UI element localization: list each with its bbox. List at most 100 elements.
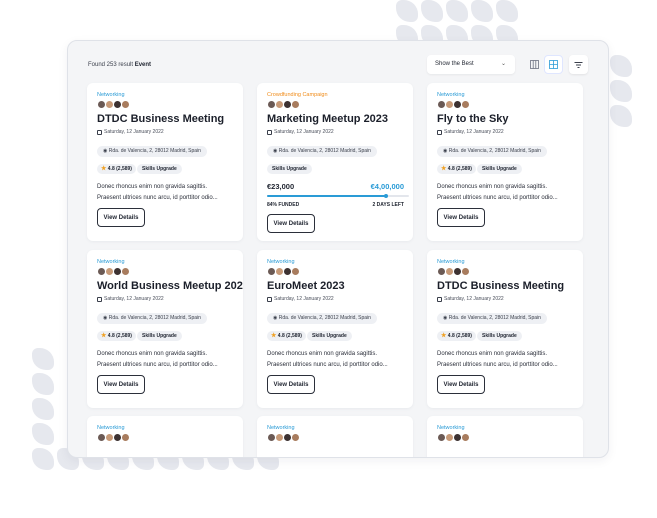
event-date: Saturday, 12 January 2022 bbox=[97, 296, 164, 302]
attendee-avatars bbox=[267, 267, 300, 276]
days-left: 2 DAYS LEFT bbox=[372, 202, 405, 208]
location-chip: ◉ Rda. de Valencia, 2, 28012 Madrid, Spa… bbox=[437, 313, 547, 324]
rating-chip: ★ 4.8 (2,589) bbox=[437, 164, 476, 174]
avatar bbox=[461, 433, 470, 442]
grid-view-button[interactable] bbox=[544, 55, 563, 74]
location-pin-icon: ◉ bbox=[443, 315, 448, 321]
location-pin-icon: ◉ bbox=[273, 315, 278, 321]
location-pin-icon: ◉ bbox=[103, 315, 108, 321]
calendar-icon bbox=[97, 296, 102, 302]
funding-progress-fill bbox=[267, 195, 387, 197]
event-category: Networking bbox=[437, 259, 465, 265]
event-card: Networking bbox=[87, 416, 243, 457]
event-card: Networking DTDC Business Meeting Saturda… bbox=[427, 250, 583, 408]
avatar bbox=[291, 267, 300, 276]
list-view-icon bbox=[530, 60, 539, 69]
view-details-button[interactable]: View Details bbox=[97, 208, 145, 227]
skills-tag: Skills Upgrade bbox=[267, 164, 312, 174]
event-card: Networking bbox=[427, 416, 583, 457]
event-title[interactable]: EuroMeet 2023 bbox=[267, 280, 345, 292]
star-icon: ★ bbox=[101, 166, 107, 172]
event-category: Networking bbox=[97, 425, 125, 431]
location-chip: ◉ Rda. de Valencia, 2, 28012 Madrid, Spa… bbox=[267, 313, 377, 324]
event-date: Saturday, 12 January 2022 bbox=[97, 129, 164, 135]
skills-tag: Skills Upgrade bbox=[307, 331, 352, 341]
filter-button[interactable] bbox=[569, 55, 588, 74]
attendee-avatars bbox=[267, 100, 300, 109]
location-chip: ◉ Rda. de Valencia, 2, 28012 Madrid, Spa… bbox=[97, 313, 207, 324]
event-description: Donec rhoncus enim non gravida sagittis.… bbox=[97, 184, 218, 201]
event-description: Donec rhoncus enim non gravida sagittis.… bbox=[437, 184, 558, 201]
skills-tag: Skills Upgrade bbox=[477, 164, 522, 174]
star-icon: ★ bbox=[101, 333, 107, 339]
chevron-down-icon: ⌄ bbox=[500, 61, 506, 67]
event-category: Crowdfunding Campaign bbox=[267, 92, 328, 98]
event-card: Networking Fly to the Sky Saturday, 12 J… bbox=[427, 83, 583, 241]
event-date: Saturday, 12 January 2022 bbox=[437, 129, 504, 135]
location-pin-icon: ◉ bbox=[103, 148, 108, 154]
event-description: Donec rhoncus enim non gravida sagittis.… bbox=[267, 351, 388, 368]
filter-lines-icon bbox=[574, 61, 583, 68]
results-count: Found 253 result Event bbox=[88, 62, 152, 68]
events-panel: Found 253 result Event Show the Best ⌄ N… bbox=[67, 40, 609, 458]
rating-chip: ★ 4.8 (2,589) bbox=[437, 331, 476, 341]
grid-view-icon bbox=[549, 60, 558, 69]
location-chip: ◉ Rda. de Valencia, 2, 28012 Madrid, Spa… bbox=[267, 146, 377, 157]
attendee-avatars bbox=[437, 100, 470, 109]
event-title[interactable]: Marketing Meetup 2023 bbox=[267, 113, 388, 125]
event-description: Donec rhoncus enim non gravida sagittis.… bbox=[97, 351, 218, 368]
star-icon: ★ bbox=[271, 333, 277, 339]
funded-percent: 84% FUNDED bbox=[267, 202, 300, 208]
event-title[interactable]: DTDC Business Meeting bbox=[97, 113, 224, 125]
avatar bbox=[121, 433, 130, 442]
location-chip: ◉ Rda. de Valencia, 2, 28012 Madrid, Spa… bbox=[437, 146, 547, 157]
location-pin-icon: ◉ bbox=[273, 148, 278, 154]
calendar-icon bbox=[267, 296, 272, 302]
rating-chip: ★ 4.8 (2,589) bbox=[267, 331, 306, 341]
funding-goal: €4,00,000 bbox=[370, 182, 404, 191]
view-details-button[interactable]: View Details bbox=[267, 214, 315, 233]
event-title[interactable]: Fly to the Sky bbox=[437, 113, 509, 125]
event-category: Networking bbox=[437, 425, 465, 431]
attendee-avatars bbox=[437, 433, 470, 442]
calendar-icon bbox=[437, 129, 442, 135]
attendee-avatars bbox=[97, 433, 130, 442]
rating-chip: ★ 4.8 (2,589) bbox=[97, 164, 136, 174]
event-category: Networking bbox=[437, 92, 465, 98]
list-view-button[interactable] bbox=[525, 55, 544, 74]
view-details-button[interactable]: View Details bbox=[437, 375, 485, 394]
attendee-avatars bbox=[97, 100, 130, 109]
event-category: Networking bbox=[97, 259, 125, 265]
star-icon: ★ bbox=[441, 166, 447, 172]
avatar bbox=[121, 267, 130, 276]
event-category: Networking bbox=[267, 425, 295, 431]
avatar bbox=[461, 267, 470, 276]
skills-tag: Skills Upgrade bbox=[137, 331, 182, 341]
event-card: Networking World Business Meetup 2023 Sa… bbox=[87, 250, 243, 408]
event-date: Saturday, 12 January 2022 bbox=[437, 296, 504, 302]
avatar bbox=[291, 100, 300, 109]
results-toolbar: Found 253 result Event Show the Best ⌄ bbox=[68, 41, 608, 89]
event-card: Networking EuroMeet 2023 Saturday, 12 Ja… bbox=[257, 250, 413, 408]
crowdfunding-card: Crowdfunding Campaign Marketing Meetup 2… bbox=[257, 83, 413, 241]
location-chip: ◉ Rda. de Valencia, 2, 28012 Madrid, Spa… bbox=[97, 146, 207, 157]
event-date: Saturday, 12 January 2022 bbox=[267, 296, 334, 302]
event-card: Networking DTDC Business Meeting Saturda… bbox=[87, 83, 243, 241]
view-details-button[interactable]: View Details bbox=[437, 208, 485, 227]
location-pin-icon: ◉ bbox=[443, 148, 448, 154]
event-description: Donec rhoncus enim non gravida sagittis.… bbox=[437, 351, 558, 368]
calendar-icon bbox=[437, 296, 442, 302]
funding-progress-bar bbox=[267, 194, 409, 198]
view-details-button[interactable]: View Details bbox=[267, 375, 315, 394]
event-title[interactable]: World Business Meetup 2023 bbox=[97, 280, 243, 292]
event-title[interactable]: DTDC Business Meeting bbox=[437, 280, 564, 292]
attendee-avatars bbox=[97, 267, 130, 276]
amount-raised: €23,000 bbox=[267, 182, 295, 191]
view-details-button[interactable]: View Details bbox=[97, 375, 145, 394]
calendar-icon bbox=[97, 129, 102, 135]
event-category: Networking bbox=[97, 92, 125, 98]
sort-select[interactable]: Show the Best ⌄ bbox=[427, 55, 515, 74]
avatar bbox=[121, 100, 130, 109]
skills-tag: Skills Upgrade bbox=[477, 331, 522, 341]
attendee-avatars bbox=[267, 433, 300, 442]
